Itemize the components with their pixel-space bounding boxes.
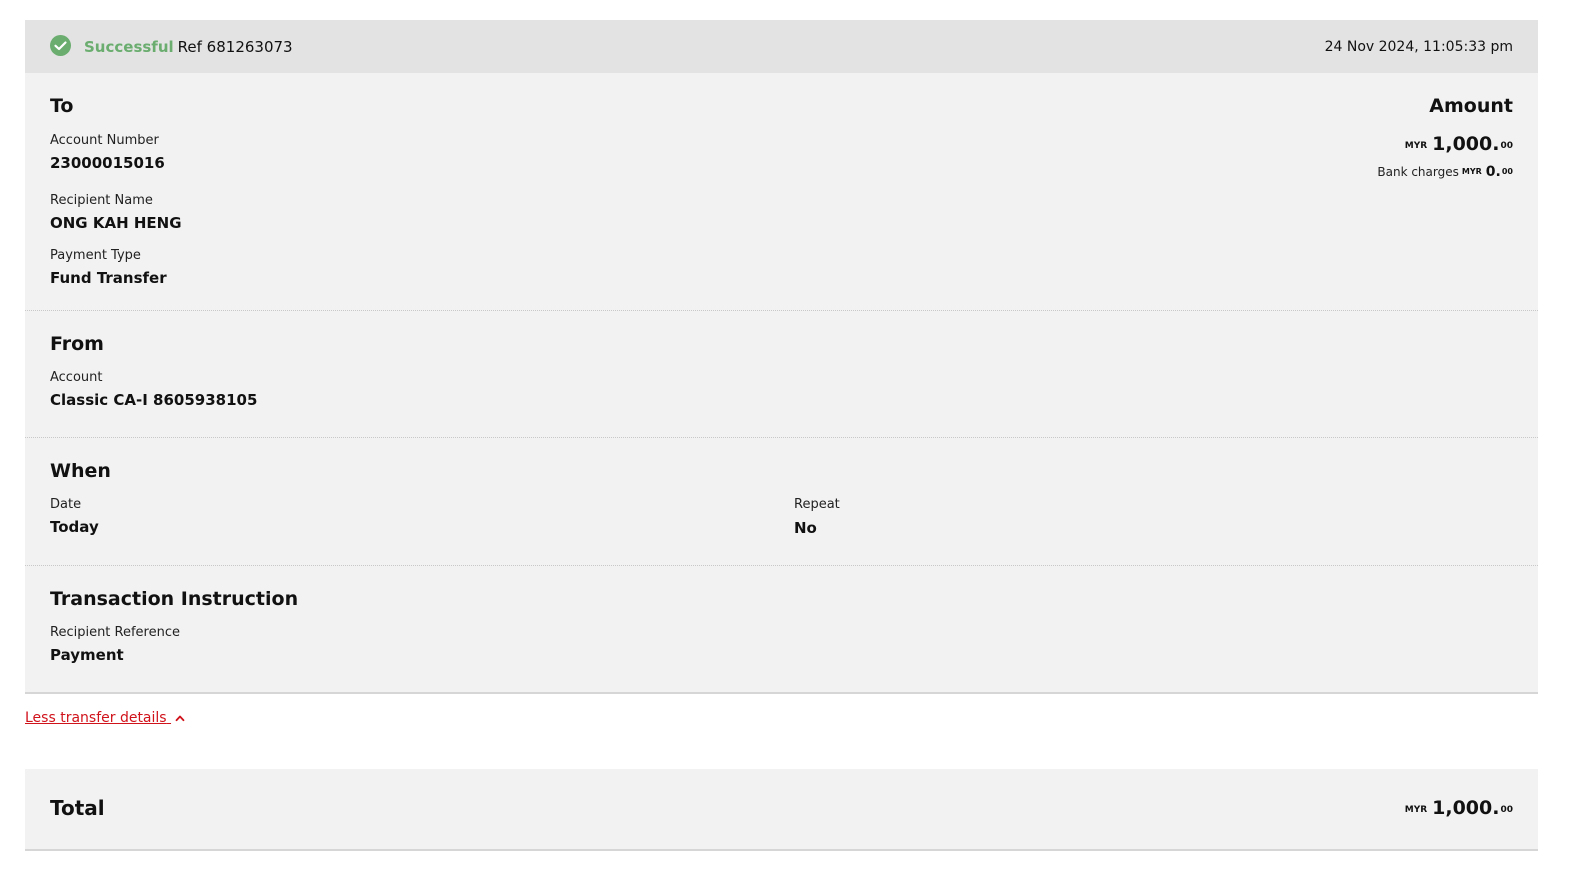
recipient-reference-label: Recipient Reference: [50, 625, 180, 640]
account-number-label: Account Number: [50, 133, 159, 148]
bank-charges-cents: 00: [1501, 167, 1513, 176]
recipient-reference-value: Payment: [50, 646, 124, 664]
transfer-details-card: Successful Ref 681263073 24 Nov 2024, 11:…: [25, 20, 1538, 694]
section-divider: [25, 437, 1538, 438]
date-label: Date: [50, 497, 82, 512]
toggle-link-label: Less transfer details: [25, 710, 167, 726]
recipient-name-label: Recipient Name: [50, 193, 153, 208]
total-cents: 00: [1500, 805, 1513, 815]
section-divider: [25, 565, 1538, 566]
date-value: Today: [50, 518, 99, 536]
from-account-label: Account: [50, 370, 103, 385]
bank-charges-label: Bank charges: [1377, 165, 1459, 179]
amount-whole: 1,000.: [1432, 133, 1500, 155]
amount-title: Amount: [1429, 95, 1513, 117]
section-divider: [25, 310, 1538, 311]
repeat-label: Repeat: [794, 497, 840, 512]
less-transfer-details-link[interactable]: Less transfer details: [25, 709, 185, 727]
status-text: Successful Ref 681263073: [84, 37, 293, 57]
total-whole: 1,000.: [1432, 797, 1500, 819]
amount-value: MYR 1,000.00: [1405, 132, 1513, 157]
when-section-title: When: [50, 460, 111, 482]
chevron-up-icon: [175, 715, 185, 722]
payment-type-label: Payment Type: [50, 248, 141, 263]
total-label: Total: [50, 796, 105, 820]
bank-charges: Bank charges MYR 0.00: [1377, 162, 1513, 181]
status-bar: Successful Ref 681263073 24 Nov 2024, 11:…: [25, 20, 1538, 73]
transaction-timestamp: 24 Nov 2024, 11:05:33 pm: [1324, 39, 1513, 55]
bank-charges-currency: MYR: [1461, 167, 1482, 176]
reference-number: Ref 681263073: [177, 38, 293, 56]
amount-currency: MYR: [1404, 141, 1428, 151]
total-currency: MYR: [1404, 805, 1428, 815]
status-label: Successful: [84, 38, 174, 56]
bank-charges-whole: 0.: [1485, 164, 1501, 180]
to-section-title: To: [50, 95, 74, 117]
instruction-section-title: Transaction Instruction: [50, 588, 299, 610]
from-account-value: Classic CA-I 8605938105: [50, 391, 258, 409]
amount-cents: 00: [1500, 141, 1513, 151]
account-number-value: 23000015016: [50, 154, 165, 172]
total-amount: MYR 1,000.00: [1405, 795, 1513, 822]
total-card: Total MYR 1,000.00: [25, 769, 1538, 851]
repeat-value: No: [794, 519, 817, 537]
check-circle-icon: [50, 35, 71, 56]
payment-type-value: Fund Transfer: [50, 269, 167, 287]
from-section-title: From: [50, 333, 104, 355]
recipient-name-value: ONG KAH HENG: [50, 214, 182, 232]
